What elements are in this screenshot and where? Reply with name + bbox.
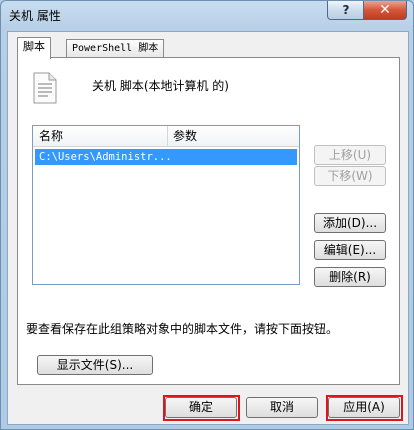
column-header-name[interactable]: 名称 xyxy=(33,126,168,146)
tab-scripts[interactable]: 脚本 xyxy=(17,37,51,59)
dialog-body: 脚本 PowerShell 脚本 关机 脚本(本地计算机 的) 名称 参数 C:… xyxy=(7,31,409,425)
edit-button[interactable]: 编辑(E)... xyxy=(314,240,386,260)
list-header: 名称 参数 xyxy=(33,126,299,147)
title-bar[interactable]: 关机 属性 ? ✕ xyxy=(1,1,413,31)
properties-dialog: 关机 属性 ? ✕ 脚本 PowerShell 脚本 关机 脚本(本地计算机 的… xyxy=(0,0,414,430)
script-document-icon xyxy=(33,72,57,104)
info-text: 要查看保存在此组策略对象中的脚本文件，请按下面按钮。 xyxy=(26,322,339,336)
window-title: 关机 属性 xyxy=(9,9,61,23)
tab-powershell-scripts[interactable]: PowerShell 脚本 xyxy=(66,39,165,58)
move-down-button[interactable]: 下移(W) xyxy=(314,166,386,186)
cancel-button[interactable]: 取消 xyxy=(246,397,318,418)
apply-highlight-box xyxy=(326,395,403,421)
scripts-list[interactable]: 名称 参数 C:\Users\Administr... xyxy=(32,125,300,285)
show-files-button[interactable]: 显示文件(S)... xyxy=(37,355,153,375)
column-header-params[interactable]: 参数 xyxy=(167,126,299,146)
list-item[interactable]: C:\Users\Administr... xyxy=(35,149,297,165)
list-item-name: C:\Users\Administr... xyxy=(39,151,172,163)
close-button[interactable]: ✕ xyxy=(363,1,407,20)
script-heading: 关机 脚本(本地计算机 的) xyxy=(92,79,229,93)
help-button[interactable]: ? xyxy=(327,1,365,20)
move-up-button[interactable]: 上移(U) xyxy=(314,145,386,165)
delete-button[interactable]: 删除(R) xyxy=(314,267,386,287)
ok-highlight-box xyxy=(163,395,240,421)
add-button[interactable]: 添加(D)... xyxy=(314,213,386,233)
tab-panel: 关机 脚本(本地计算机 的) 名称 参数 C:\Users\Administr.… xyxy=(17,57,400,385)
